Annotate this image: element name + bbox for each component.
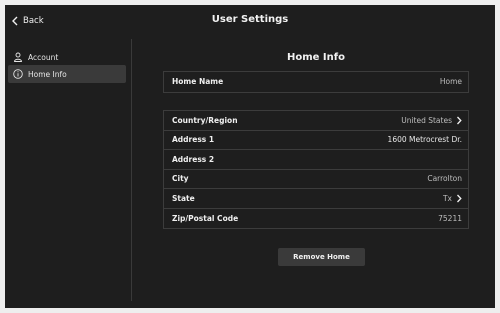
sidebar-item-label: Account bbox=[28, 52, 59, 62]
address-2-row[interactable]: Address 2 bbox=[164, 150, 468, 170]
chevron-right-icon bbox=[457, 116, 462, 125]
remove-home-button[interactable]: Remove Home bbox=[278, 248, 365, 266]
state-value: Tx bbox=[442, 193, 452, 203]
address-1-row[interactable]: Address 1 1600 Metrocrest Dr. bbox=[164, 131, 468, 150]
city-label: City bbox=[172, 174, 189, 184]
city-value: Carrolton bbox=[427, 174, 462, 184]
state-row[interactable]: State Tx bbox=[164, 189, 468, 209]
country-region-row[interactable]: Country/Region United States bbox=[164, 111, 468, 131]
city-row[interactable]: City Carrolton bbox=[164, 170, 468, 189]
sidebar-item-account[interactable]: Account bbox=[8, 48, 126, 66]
country-region-value: United States bbox=[401, 115, 452, 125]
info-icon bbox=[13, 69, 23, 79]
sidebar: Account Home Info bbox=[5, 37, 131, 308]
address-2-label: Address 2 bbox=[172, 154, 215, 164]
country-region-label: Country/Region bbox=[172, 115, 238, 125]
page-title: User Settings bbox=[211, 14, 289, 25]
address-card: Country/Region United States Address 1 1… bbox=[163, 110, 469, 229]
state-label: State bbox=[172, 193, 195, 203]
sidebar-item-home-info[interactable]: Home Info bbox=[8, 65, 126, 83]
home-name-card: Home Name Home bbox=[163, 71, 469, 93]
section-title: Home Info bbox=[287, 52, 345, 63]
sidebar-divider bbox=[131, 39, 132, 301]
title-bar: Back User Settings bbox=[5, 5, 495, 37]
person-icon bbox=[14, 52, 22, 62]
home-name-value: Home bbox=[439, 77, 462, 87]
zip-postal-code-label: Zip/Postal Code bbox=[172, 213, 239, 223]
sidebar-item-label: Home Info bbox=[28, 69, 67, 79]
address-1-value: 1600 Metrocrest Dr. bbox=[387, 135, 462, 145]
zip-postal-code-value: 75211 bbox=[438, 213, 462, 223]
settings-window: Back User Settings Account Home Info Hom… bbox=[5, 5, 495, 308]
chevron-right-icon bbox=[457, 194, 462, 203]
address-1-label: Address 1 bbox=[172, 135, 215, 145]
home-name-label: Home Name bbox=[172, 77, 224, 87]
zip-postal-code-row[interactable]: Zip/Postal Code 75211 bbox=[164, 209, 468, 229]
home-name-row[interactable]: Home Name Home bbox=[164, 72, 468, 92]
